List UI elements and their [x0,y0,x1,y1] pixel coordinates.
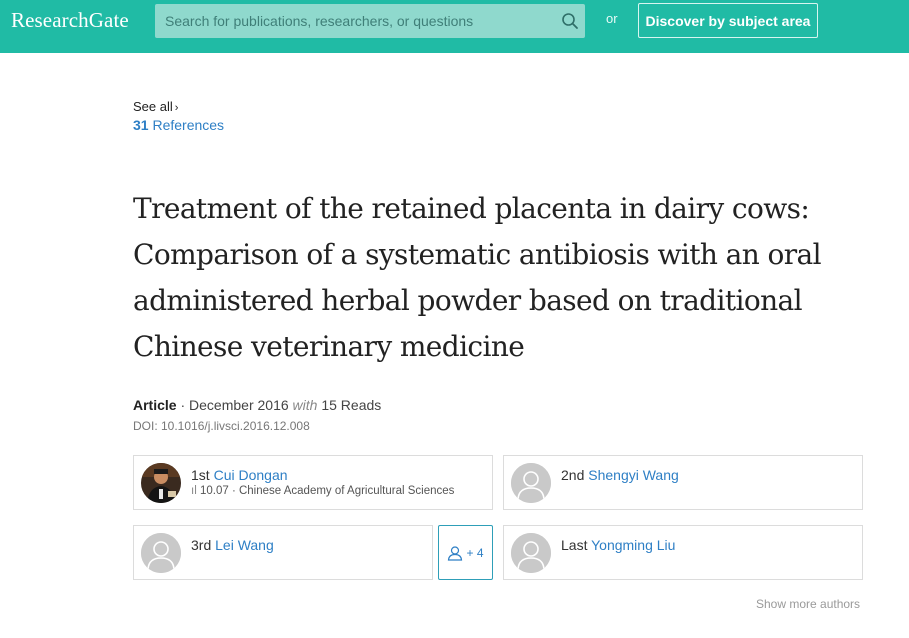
author-order: 1st [191,467,210,483]
default-avatar-icon [511,533,551,573]
or-separator: or [606,11,618,26]
article-doi: DOI: 10.1016/j.livsci.2016.12.008 [133,419,310,433]
author-order: 2nd [561,467,585,483]
rg-score: 10.07 [199,485,229,497]
search-input[interactable] [155,4,555,38]
article-meta: Article · December 2016 with 15 Reads [133,397,381,413]
more-authors-count: + 4 [466,545,484,560]
author-avatar[interactable] [141,533,181,573]
author-order: 3rd [191,537,212,553]
default-avatar-icon [511,463,551,503]
author-order: Last [561,537,588,553]
article-title: Treatment of the retained placenta in da… [133,186,873,370]
references-link[interactable]: 31 References [133,117,224,133]
author-photo-icon [141,463,181,503]
show-more-authors-link[interactable]: Show more authors [756,597,860,611]
author-details-separator: · [231,485,236,497]
article-type: Article [133,397,177,413]
author-line: Last Yongming Liu [561,537,675,553]
default-avatar-icon [141,533,181,573]
person-icon [448,545,463,561]
article-title-line: Treatment of the retained placenta in da… [133,192,810,225]
search-box [155,4,585,38]
author-line: 3rd Lei Wang [191,537,274,553]
article-title-line: Chinese veterinary medicine [133,330,525,363]
references-label: References [152,117,225,133]
author-card-2[interactable]: 2nd Shengyi Wang [503,455,863,510]
rg-score-icon: ıl [191,485,197,497]
author-name-link[interactable]: Yongming Liu [591,537,675,553]
researchgate-logo[interactable]: ResearchGate [11,8,129,33]
article-date: December 2016 [189,397,289,413]
article-title-line: administered herbal powder based on trad… [133,284,803,317]
author-avatar[interactable] [511,533,551,573]
chevron-right-icon: › [174,102,179,114]
author-line: 2nd Shengyi Wang [561,467,679,483]
author-card-4[interactable]: Last Yongming Liu [503,525,863,580]
meta-separator: · [180,397,186,413]
references-count: 31 [133,117,149,133]
more-authors-button[interactable]: + 4 [438,525,493,580]
author-affiliation: Chinese Academy of Agricultural Sciences [238,485,455,497]
search-icon[interactable] [561,12,579,30]
discover-by-subject-button[interactable]: Discover by subject area [638,3,818,38]
author-name-link[interactable]: Cui Dongan [214,467,288,483]
author-card-3[interactable]: 3rd Lei Wang [133,525,433,580]
see-all-label: See all [133,99,173,114]
author-avatar[interactable] [141,463,181,503]
author-name-link[interactable]: Lei Wang [215,537,274,553]
author-name-link[interactable]: Shengyi Wang [588,467,679,483]
article-title-line: Comparison of a systematic antibiosis wi… [133,238,822,271]
author-avatar[interactable] [511,463,551,503]
see-all-link[interactable]: See all › [133,99,178,114]
top-navigation-bar: ResearchGate or Discover by subject area [0,0,909,53]
read-count: 15 Reads [321,397,382,413]
author-line: 1st Cui Dongan [191,467,288,483]
author-card-1[interactable]: 1st Cui Dongan ıl 10.07 · Chinese Academ… [133,455,493,510]
with-label: with [292,397,318,413]
author-details: ıl 10.07 · Chinese Academy of Agricultur… [191,485,454,497]
